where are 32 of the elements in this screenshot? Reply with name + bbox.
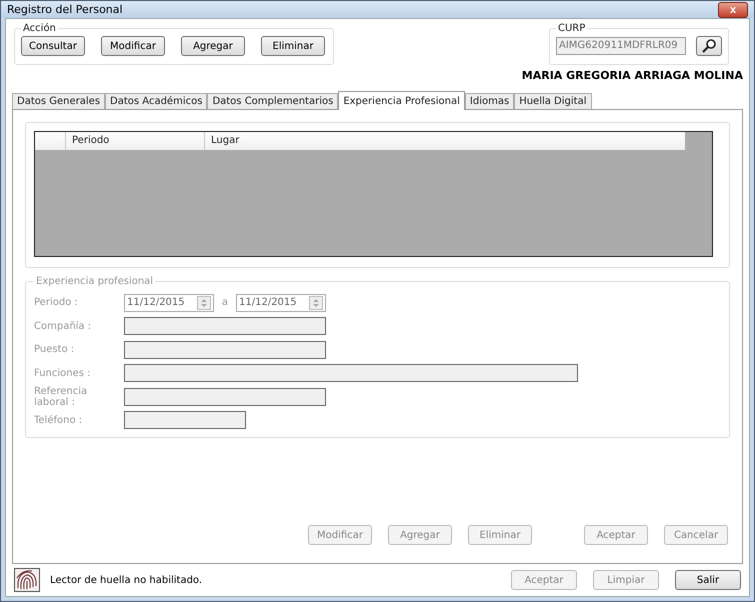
action-button[interactable]: Modificar — [101, 36, 165, 56]
range-separator: a — [220, 297, 230, 308]
action-button[interactable]: Eliminar — [261, 36, 325, 56]
field-label: Referencia laboral : — [34, 386, 88, 408]
group-title: CURP — [557, 23, 586, 34]
field-label: Puesto : — [34, 344, 76, 356]
window-title: Registro del Personal — [7, 3, 123, 16]
footer-button[interactable]: Salir — [675, 570, 741, 590]
tab[interactable]: Datos Complementarios — [207, 93, 338, 109]
field-label: Periodo : — [34, 297, 79, 308]
group-title: Acción — [22, 23, 57, 34]
tab[interactable]: Datos Generales — [12, 93, 106, 109]
spinner-icon — [309, 296, 323, 310]
field-label: Compañía : — [34, 320, 92, 332]
group-title: Experiencia profesional — [35, 276, 154, 287]
action-button[interactable]: Consultar — [21, 36, 85, 56]
tab[interactable]: Idiomas — [464, 93, 514, 109]
field-label: Teléfono : — [34, 414, 84, 426]
tab[interactable]: Datos Académicos — [105, 93, 208, 109]
spinner-icon — [197, 296, 211, 310]
tab[interactable]: Experiencia Profesional — [338, 91, 465, 110]
column-header[interactable]: Periodo — [66, 132, 205, 150]
search-icon — [701, 38, 717, 54]
search-button[interactable] — [696, 36, 722, 56]
tab[interactable]: Huella Digital — [514, 93, 592, 109]
curp-field[interactable]: AIMG620911MDFRLR09 — [556, 37, 686, 55]
fingerprint-icon — [14, 568, 40, 592]
column-header[interactable]: Lugar — [205, 132, 685, 150]
person-name: MARIA GREGORIA ARRIAGA MOLINA — [522, 69, 743, 82]
field-label: Funciones : — [34, 368, 92, 379]
status-message: Lector de huella no habilitado. — [50, 574, 204, 586]
action-button[interactable]: Agregar — [181, 36, 245, 56]
